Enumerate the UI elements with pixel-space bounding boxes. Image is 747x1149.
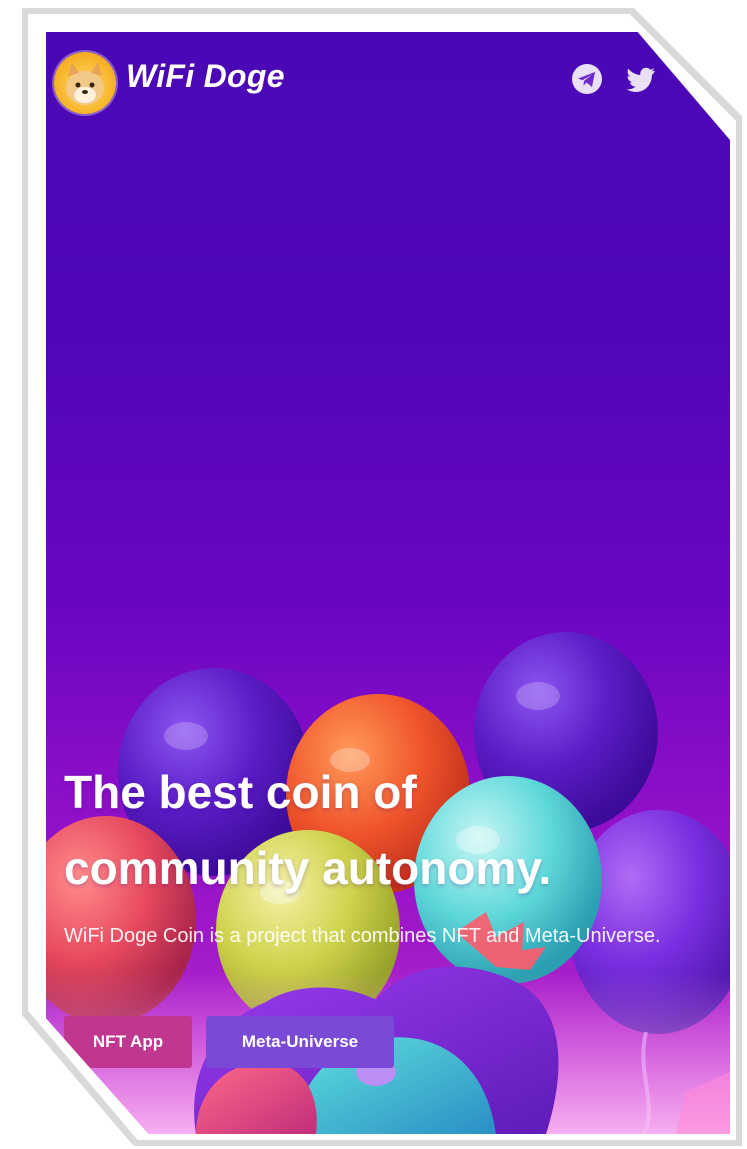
telegram-icon[interactable] (570, 62, 604, 96)
top-bar: WiFi Doge (46, 32, 730, 132)
doge-logo-icon[interactable] (54, 52, 116, 114)
headline-line-1: The best coin of (64, 766, 417, 818)
phone-frame: WiFi Doge The best coin of community aut… (0, 0, 747, 1149)
headline-line-2: community autonomy. (64, 842, 552, 894)
balloons-illustration (46, 632, 730, 1134)
hero-buttons: NFT App Meta-Universe (64, 1016, 394, 1068)
twitter-icon[interactable] (624, 62, 658, 96)
hero-section: The best coin of community autonomy. WiF… (64, 754, 704, 953)
hero-screen: WiFi Doge The best coin of community aut… (46, 32, 730, 1134)
hero-headline: The best coin of community autonomy. (64, 754, 704, 906)
meta-universe-button[interactable]: Meta-Universe (206, 1016, 394, 1068)
nft-app-button[interactable]: NFT App (64, 1016, 192, 1068)
hero-subtitle: WiFi Doge Coin is a project that combine… (64, 925, 661, 947)
brand-name[interactable]: WiFi Doge (126, 58, 285, 95)
